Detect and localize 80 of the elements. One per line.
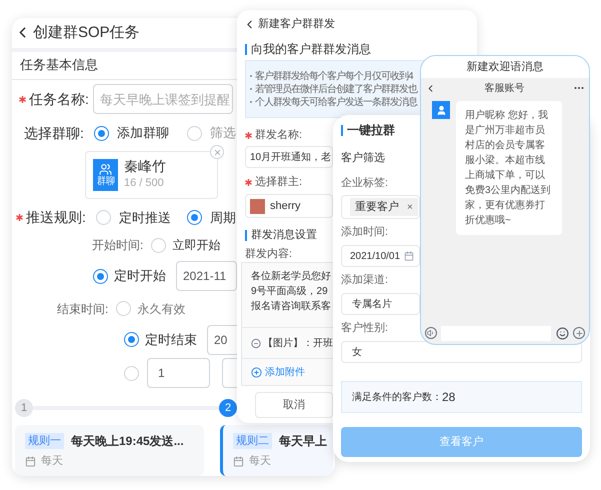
- field-label: 企业标签:: [341, 176, 388, 191]
- field-label: 添加渠道:: [341, 272, 388, 288]
- radio-label: 添加群聊: [116, 124, 169, 142]
- calendar-icon: [404, 251, 414, 261]
- field-label: 选择群主:: [255, 174, 302, 190]
- message-bubble: 用户昵称 您好，我是广州万非超市员村店的会员专属客服小梁。本超市线上商城下单，可以免费3公里内配送到家，更有优惠券打折优惠哦~: [456, 101, 562, 235]
- avatar-placeholder: [250, 198, 265, 214]
- content-box[interactable]: 各位新老学员您好 9号平面高级，29 报名请咨询联系客 【图片】：开班 添加附件: [241, 262, 333, 386]
- rule-card[interactable]: 规则一 每天晚上19:45发送... 每天: [15, 425, 204, 476]
- calendar-icon: [233, 456, 244, 467]
- radio-label: 定时结束: [145, 330, 197, 349]
- field-label: 结束时间:: [57, 300, 108, 318]
- note-text: 若管理员在微伴后台创建了客户群群发也: [255, 82, 417, 96]
- radio-button[interactable]: [94, 126, 109, 141]
- input-field[interactable]: 10月开班通知，老: [245, 146, 333, 168]
- radio-button[interactable]: [186, 210, 202, 226]
- preview-title: 新建欢迎语消息: [466, 60, 544, 75]
- radio-label: 筛选: [210, 124, 236, 142]
- radio-label: 定时推送: [118, 208, 171, 227]
- count-label: 满足条件的客户数：: [352, 390, 442, 404]
- repeat-text: 每天: [249, 454, 271, 469]
- radio-label: 立即开始: [172, 237, 220, 254]
- panel-title: 新建客户群群发: [258, 16, 335, 32]
- rule-tag: 规则二: [233, 432, 272, 450]
- date-value: 2021/10/01: [350, 250, 400, 264]
- content-text: 9号平面高级，29: [251, 284, 328, 299]
- tag-label: 重要客户: [355, 200, 399, 215]
- add-attachment-link[interactable]: 添加附件: [265, 364, 305, 380]
- add-icon: [251, 366, 262, 378]
- radio-button[interactable]: [93, 268, 108, 284]
- section-title: 任务基本信息: [20, 56, 98, 74]
- users-icon: [99, 162, 112, 176]
- rule-title: 每天早上: [279, 432, 327, 450]
- note-text: 个人群发每天可给客户发送一条群发消息: [255, 96, 417, 110]
- filter-title: 客户筛选: [341, 150, 385, 166]
- field-label: 任务名称:: [29, 90, 89, 109]
- repeat-text: 每天: [41, 454, 63, 469]
- note-text: 客户群群发给每个客户每个月仅可收到4: [255, 70, 413, 84]
- field-label: 开始时间:: [92, 237, 144, 254]
- field-label: 群发名称:: [255, 128, 302, 143]
- step-indicator[interactable]: 2: [219, 399, 237, 418]
- input-field[interactable]: 每天早晚上课签到提醒: [92, 84, 233, 114]
- user-icon: [436, 104, 446, 116]
- field-label: 推送规则:: [26, 208, 86, 228]
- voice-icon[interactable]: [425, 327, 437, 339]
- radio-label: 周期: [210, 208, 236, 227]
- owner-select[interactable]: sherry: [245, 194, 333, 218]
- radio-label: 永久有效: [137, 300, 186, 318]
- content-text: 各位新老学员您好: [251, 270, 331, 284]
- radio-label: 定时开始: [114, 267, 166, 286]
- avatar-label: 群聊: [96, 176, 114, 187]
- calendar-icon: [25, 456, 36, 467]
- field-label: 客户性别:: [341, 320, 388, 336]
- section-title: 群发消息设置: [251, 228, 317, 243]
- section-title: 一键拉群: [347, 122, 395, 139]
- plus-icon[interactable]: [573, 327, 585, 339]
- number-field[interactable]: 1: [147, 358, 210, 388]
- radio-button[interactable]: [124, 332, 139, 348]
- group-name: 秦峰竹: [124, 158, 166, 176]
- content-text: 报名请咨询联系客: [251, 300, 331, 314]
- member-count: 16 / 500: [124, 176, 165, 192]
- field-label: 选择群聊:: [24, 124, 84, 143]
- tag-remove[interactable]: ×: [407, 200, 413, 214]
- field-label: 群发内容:: [245, 246, 292, 262]
- attachment-text: 【图片】：开班: [263, 336, 333, 350]
- rule-tag: 规则一: [25, 432, 64, 450]
- tag-select[interactable]: 重要客户 ×: [341, 195, 420, 219]
- emoji-icon[interactable]: [556, 326, 569, 340]
- rule-card[interactable]: 规则二 每天早上 每天: [220, 425, 333, 476]
- close-icon: [212, 148, 222, 157]
- cancel-button[interactable]: 取消: [255, 392, 333, 418]
- remove-button[interactable]: [210, 145, 224, 160]
- count-value: 28: [442, 389, 456, 406]
- remove-icon[interactable]: [251, 338, 261, 348]
- field-label: 添加时间:: [341, 224, 388, 240]
- rule-title: 每天晚上19:45发送...: [71, 432, 184, 450]
- page-title: 创建群SOP任务: [33, 22, 140, 43]
- section-title: 向我的客户群群发消息: [251, 41, 371, 58]
- owner-name: sherry: [270, 198, 301, 214]
- chat-title: 客服账号: [484, 82, 524, 96]
